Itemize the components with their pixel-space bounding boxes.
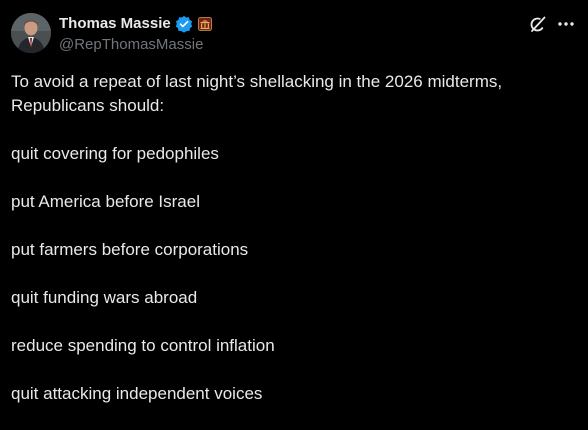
avatar-photo bbox=[11, 13, 51, 53]
post-actions bbox=[528, 14, 576, 34]
post-item: quit attacking independent voices bbox=[11, 384, 263, 403]
name-row: Thomas Massie bbox=[59, 14, 212, 34]
post: Thomas Massie @RepThomasMassie To avoid … bbox=[0, 0, 588, 414]
post-item: put farmers before corporations bbox=[11, 240, 249, 259]
post-item: quit funding wars abroad bbox=[11, 288, 198, 307]
author-info: Thomas Massie @RepThomasMassie bbox=[59, 14, 212, 55]
avatar[interactable] bbox=[11, 13, 51, 53]
handle[interactable]: @RepThomasMassie bbox=[59, 35, 212, 55]
more-options-icon[interactable] bbox=[556, 14, 576, 34]
display-name[interactable]: Thomas Massie bbox=[59, 14, 171, 34]
verified-badge-icon[interactable] bbox=[175, 15, 193, 33]
post-item: reduce spending to control inflation bbox=[11, 336, 275, 355]
post-item: put America before Israel bbox=[11, 192, 200, 211]
post-text: To avoid a repeat of last night’s shella… bbox=[11, 70, 571, 430]
post-intro: To avoid a repeat of last night’s shella… bbox=[11, 72, 503, 115]
post-item: quit covering for pedophiles bbox=[11, 144, 219, 163]
congress-seal-icon[interactable] bbox=[197, 17, 212, 31]
grok-icon[interactable] bbox=[528, 14, 548, 34]
